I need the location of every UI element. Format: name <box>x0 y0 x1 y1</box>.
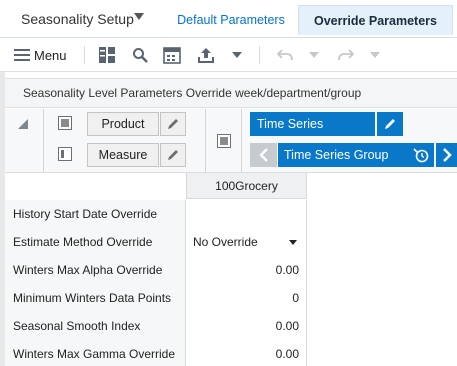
row-label: Winters Max Alpha Override <box>5 256 186 284</box>
divider <box>241 109 242 173</box>
row-label: History Start Date Override <box>5 200 186 228</box>
chevron-left-icon <box>258 148 268 162</box>
redo-button[interactable] <box>337 45 355 65</box>
estimate-method-value: No Override <box>193 235 258 249</box>
layout-button[interactable] <box>97 45 117 65</box>
undo-dropdown[interactable] <box>308 45 320 65</box>
group-history-button[interactable] <box>407 143 434 167</box>
hamburger-icon <box>14 49 30 61</box>
chevron-down-icon <box>370 52 380 58</box>
upload-icon <box>198 47 214 63</box>
pivot-controls: Product Measure Time Series Grouping Tim… <box>5 109 457 186</box>
chevron-down-icon[interactable] <box>289 240 297 245</box>
toolbar-divider <box>259 46 260 64</box>
row-label: Estimate Method Override <box>5 228 186 256</box>
row-label: Seasonal Smooth Index <box>5 312 186 340</box>
tab-override-parameters[interactable]: Override Parameters <box>298 5 453 35</box>
export-button[interactable] <box>196 45 216 65</box>
app-title[interactable]: Seasonality Setup <box>21 11 134 27</box>
pencil-icon <box>385 119 395 129</box>
panel-header: Seasonality Level Parameters Override we… <box>5 78 457 108</box>
grid-corner <box>5 173 186 199</box>
top-tab-bar: Seasonality Setup Default Parameters Ove… <box>0 0 457 38</box>
menu-button[interactable]: Menu <box>14 45 67 65</box>
table-row: Winters Max Alpha Override 0.00 <box>5 256 307 284</box>
chevron-right-icon <box>442 148 452 162</box>
next-group-button[interactable] <box>436 143 457 167</box>
history-icon <box>412 148 428 163</box>
time-series-grouping-button[interactable]: Time Series Grouping <box>250 112 375 155</box>
grid-view-button[interactable] <box>162 45 182 65</box>
product-layout-icon[interactable] <box>58 116 72 130</box>
collapse-triangle-icon[interactable] <box>18 119 28 129</box>
undo-icon <box>277 49 293 61</box>
page-layout-icon[interactable] <box>217 134 231 148</box>
search-icon <box>133 48 148 63</box>
redo-dropdown[interactable] <box>369 45 381 65</box>
menu-label: Menu <box>34 47 67 63</box>
measure-layout-icon[interactable] <box>58 147 72 161</box>
divider <box>43 109 44 173</box>
layout-icon <box>99 47 115 63</box>
table-row: History Start Date Override <box>5 200 307 228</box>
measure-dimension-button[interactable]: Measure <box>87 143 159 167</box>
column-header[interactable]: 100Grocery <box>186 173 307 199</box>
table-row: Minimum Winters Data Points 0 <box>5 284 307 312</box>
panel-title: Seasonality Level Parameters Override we… <box>23 86 362 100</box>
grouping-edit-button[interactable] <box>377 112 403 136</box>
chevron-down-icon <box>309 52 319 58</box>
title-dropdown-icon[interactable] <box>134 13 144 20</box>
product-edit-button[interactable] <box>160 112 186 136</box>
divider <box>205 109 206 173</box>
search-button[interactable] <box>131 45 149 65</box>
winters-max-alpha-cell[interactable]: 0.00 <box>186 256 307 284</box>
measure-edit-button[interactable] <box>160 143 186 167</box>
pencil-icon <box>168 119 178 129</box>
tab-default-parameters[interactable]: Default Parameters <box>166 5 296 35</box>
table-row: Estimate Method Override No Override <box>5 228 307 256</box>
chevron-down-icon <box>232 52 242 58</box>
estimate-method-select[interactable]: No Override <box>186 228 307 256</box>
row-label: Minimum Winters Data Points <box>5 284 186 312</box>
min-winters-points-cell[interactable]: 0 <box>186 284 307 312</box>
winters-max-gamma-cell[interactable]: 0.00 <box>186 340 307 366</box>
undo-button[interactable] <box>276 45 294 65</box>
redo-icon <box>338 49 354 61</box>
seasonal-smooth-index-cell[interactable]: 0.00 <box>186 312 307 340</box>
table-row: Seasonal Smooth Index 0.00 <box>5 312 307 340</box>
toolbar: Menu <box>0 38 457 72</box>
calendar-grid-icon <box>163 46 181 64</box>
time-series-group-selector[interactable]: Time Series Group 111 <box>278 143 407 186</box>
toolbar-divider <box>84 46 85 64</box>
pencil-icon <box>168 150 178 160</box>
history-start-date-cell[interactable] <box>186 200 307 228</box>
row-label: Winters Max Gamma Override <box>5 340 186 366</box>
previous-group-button[interactable] <box>250 143 277 167</box>
table-row: Winters Max Gamma Override 0.00 <box>5 340 307 366</box>
product-dimension-button[interactable]: Product <box>87 112 159 136</box>
export-dropdown[interactable] <box>230 45 244 65</box>
